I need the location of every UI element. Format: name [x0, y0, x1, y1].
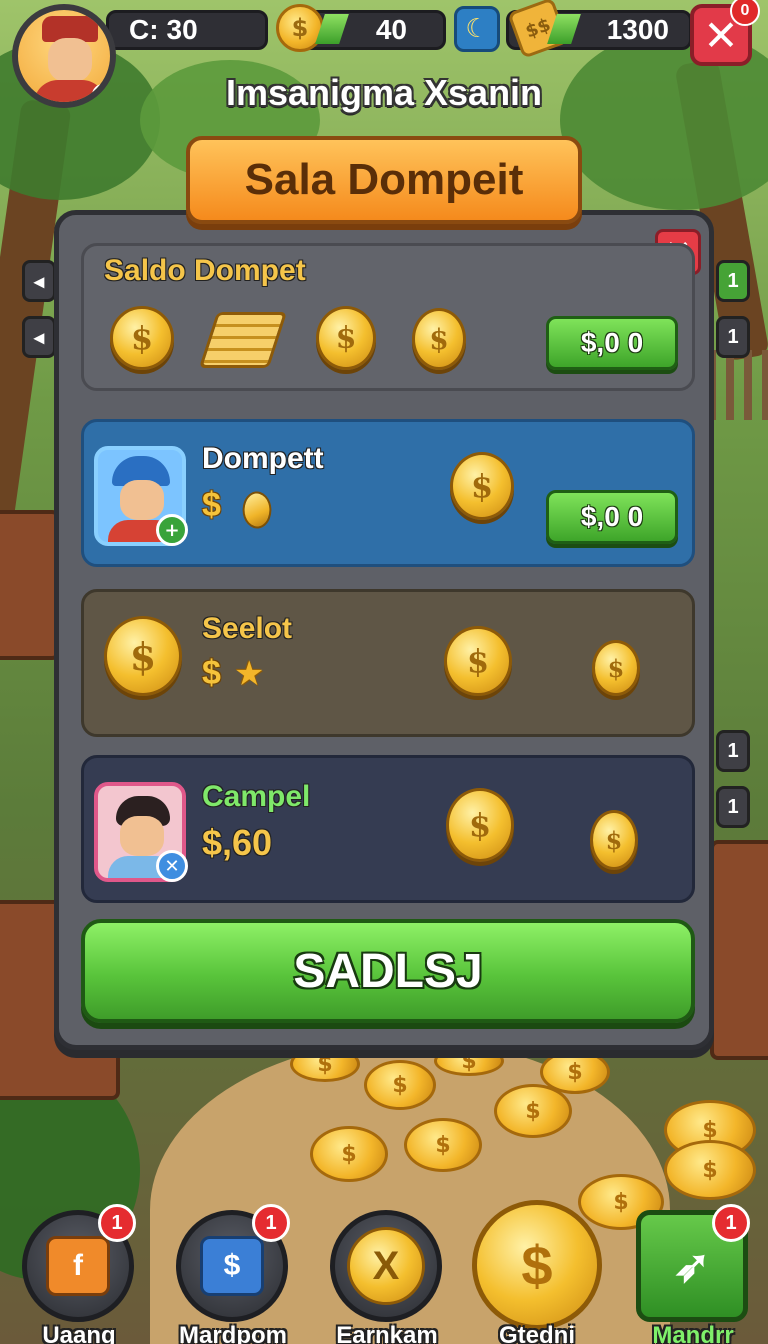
- gold-bars-icon: [198, 312, 288, 368]
- dompett-amount-button[interactable]: $,0 0: [546, 490, 678, 544]
- panel-title-banner: Sala Dompeit: [186, 136, 582, 224]
- nav-label: Uaang: [42, 1322, 116, 1344]
- row-title: Dompett: [202, 442, 324, 475]
- coin-icon: $: [110, 306, 174, 370]
- wallet-icon: $: [200, 1236, 264, 1296]
- ground-coin: [364, 1060, 436, 1110]
- coin-icon: $: [316, 306, 376, 370]
- confirm-button[interactable]: SADLSJ: [81, 919, 695, 1023]
- bottom-nav: f 1 Uaang $ 1 Mardpom X Earnkam $ Gtedni…: [0, 1200, 768, 1344]
- nav-button[interactable]: X: [330, 1210, 442, 1322]
- coin-icon: $: [412, 308, 466, 370]
- notification-badge: 0: [730, 0, 760, 26]
- notification-badge: 1: [98, 1204, 136, 1242]
- notification-badge: 1: [252, 1204, 290, 1242]
- nav-item-mandrr[interactable]: ➶ 1 Mandrr: [628, 1204, 758, 1344]
- dollar-icon: $: [202, 486, 221, 524]
- fence: [708, 350, 768, 420]
- side-badge: ◂: [22, 260, 56, 302]
- nav-label: Mardpom: [179, 1322, 287, 1344]
- dollar-icon: $: [202, 654, 221, 692]
- row-title: Seelot: [202, 612, 293, 645]
- remove-icon[interactable]: ✕: [156, 850, 188, 882]
- nav-item-earnkam[interactable]: X Earnkam: [322, 1210, 452, 1344]
- portrait-face: [120, 816, 164, 856]
- notification-badge: 1: [712, 1204, 750, 1242]
- wallet-row-seelot: $ Seelot $ ★ $ $: [81, 589, 695, 737]
- cube-icon: f: [46, 1236, 110, 1296]
- ground-coin: [434, 1046, 504, 1076]
- saldo-amount-button[interactable]: $,0 0: [546, 316, 678, 370]
- coin-icon: $: [450, 452, 514, 520]
- wallet-row-campel: ✕ Campel $,60 $ $: [81, 755, 695, 903]
- coin-icon: $: [104, 616, 182, 696]
- ground-coin: [540, 1050, 610, 1094]
- side-badge: 1: [716, 260, 750, 302]
- ground-coin: [290, 1046, 360, 1082]
- coin-icon: $: [276, 4, 324, 52]
- moon-icon: ☾: [454, 6, 500, 52]
- dollar-coin-icon: $: [521, 1233, 553, 1297]
- stat-counter-1: C: 30: [106, 10, 268, 50]
- nav-item-gtedni[interactable]: $ Gtedni: [472, 1200, 602, 1344]
- player-name: Imsanigma Xsanin: [225, 72, 543, 113]
- feather-icon: ➶: [673, 1241, 711, 1291]
- row-title: Saldo Dompet: [104, 254, 306, 287]
- nav-label: Mandrr: [652, 1322, 734, 1344]
- crate: [0, 510, 60, 660]
- coin-icon: $: [592, 640, 640, 696]
- top-close-button[interactable]: ✕ 0: [690, 0, 760, 66]
- portrait-face: [120, 480, 164, 520]
- wallet-panel: ✕ Saldo Dompet $ $ $ $,0 0 + Dompett $ $…: [54, 210, 714, 1050]
- nav-label: Gtedni: [499, 1322, 575, 1344]
- stat-2-value: 40: [375, 14, 407, 45]
- nav-item-mardpom[interactable]: $ 1 Mardpom: [168, 1204, 298, 1344]
- campel-amount: $,60: [202, 822, 273, 863]
- side-badge: ◂: [22, 316, 56, 358]
- side-badge: 1: [716, 316, 750, 358]
- coin-icon: $: [446, 788, 514, 862]
- x-coin-icon: X: [347, 1227, 425, 1305]
- gold-nugget-icon: [236, 487, 278, 533]
- row-title: Campel: [202, 780, 311, 813]
- nav-button[interactable]: $: [472, 1200, 602, 1330]
- side-badge: 1: [716, 786, 750, 828]
- nav-label: Earnkam: [336, 1322, 438, 1344]
- ground-coin: [404, 1118, 482, 1172]
- ground-coin: [310, 1126, 388, 1182]
- ground-coin: [664, 1140, 756, 1200]
- add-icon[interactable]: +: [156, 514, 188, 546]
- coin-icon: $: [444, 626, 512, 696]
- stat-1-value: 30: [166, 14, 198, 45]
- crate: [710, 840, 768, 1060]
- stat-1-prefix: C:: [129, 14, 159, 45]
- wallet-row-dompett: + Dompett $ $ $,0 0: [81, 419, 695, 567]
- wallet-row-saldo: Saldo Dompet $ $ $ $,0 0: [81, 243, 695, 391]
- star-icon: ★: [234, 654, 265, 694]
- coin-icon: $: [590, 810, 638, 870]
- nav-item-uaang[interactable]: f 1 Uaang: [14, 1204, 144, 1344]
- stat-3-value: 1300: [606, 14, 669, 45]
- side-badge: 1: [716, 730, 750, 772]
